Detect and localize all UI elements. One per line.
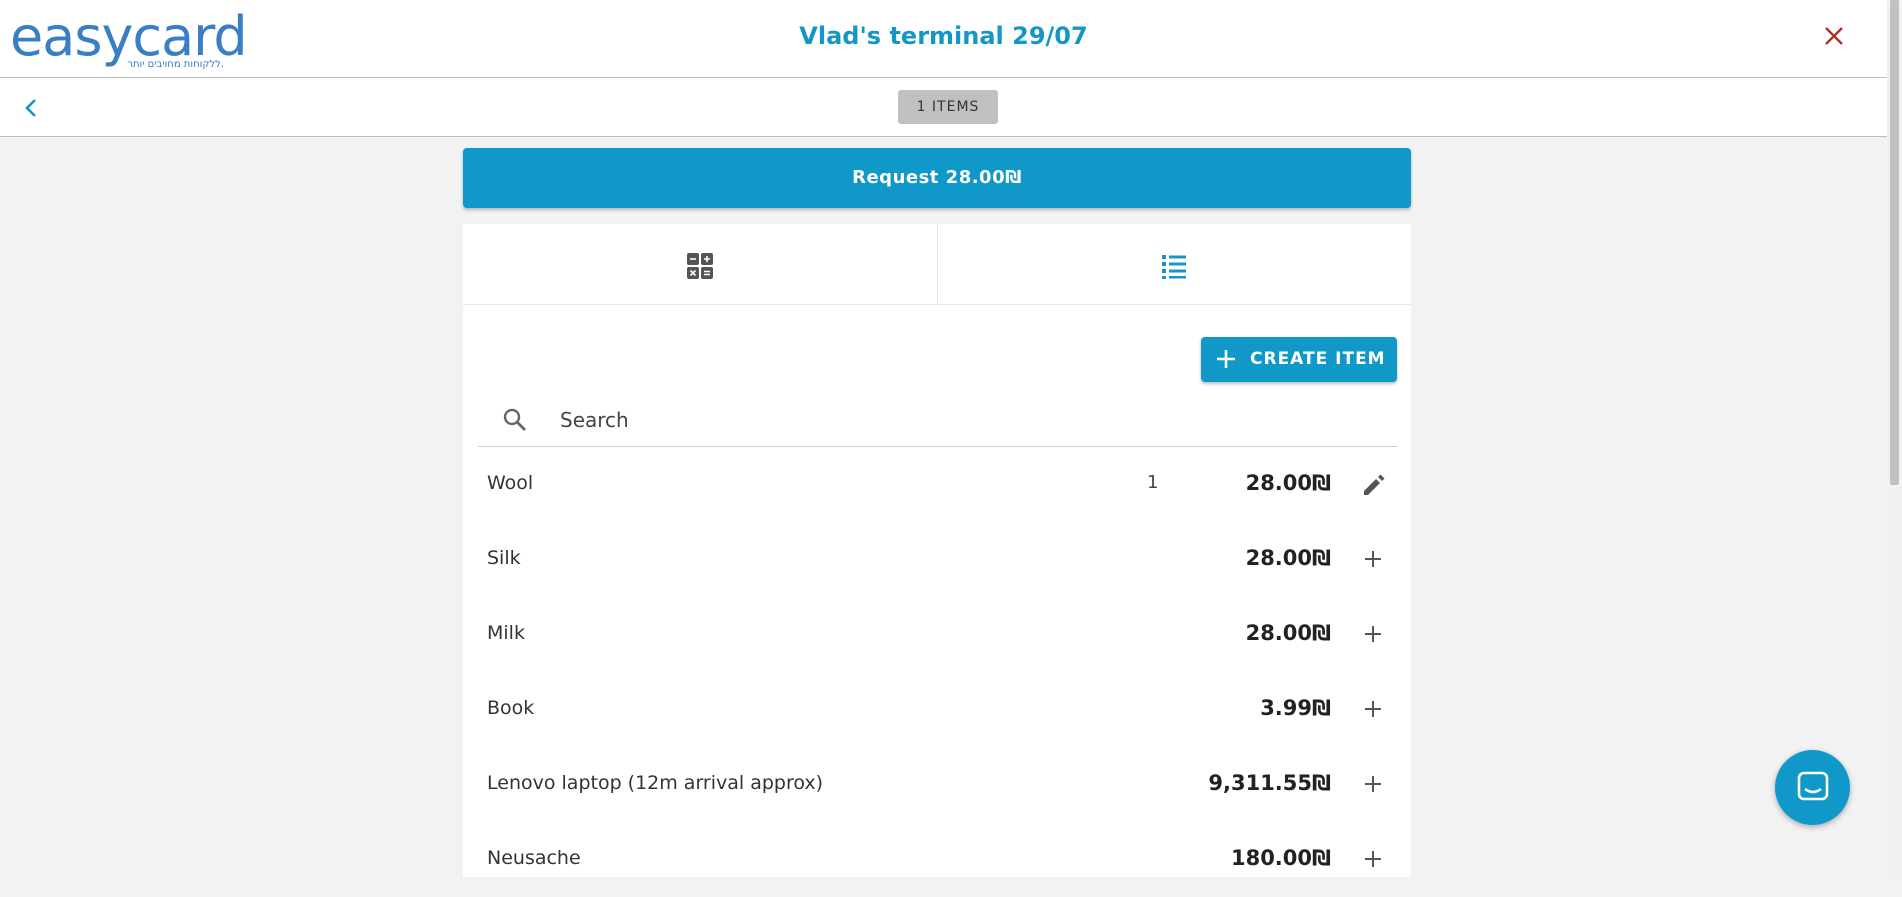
add-item-button[interactable] <box>1361 622 1385 646</box>
page-scrollbar[interactable] <box>1887 0 1902 877</box>
chat-icon <box>1797 771 1829 801</box>
search-bar <box>478 392 1397 447</box>
item-row-wool[interactable]: Wool 1 28.00₪ <box>463 447 1411 522</box>
item-name: Lenovo laptop (12m arrival approx) <box>487 772 824 794</box>
close-icon <box>1825 27 1843 45</box>
tab-calculator[interactable] <box>463 224 938 304</box>
plus-icon <box>1365 851 1381 867</box>
plus-icon <box>1365 626 1381 642</box>
tab-items-list[interactable] <box>937 224 1411 304</box>
create-item-button[interactable]: CREATE ITEM <box>1201 337 1397 382</box>
item-price: 3.99₪ <box>1260 696 1331 720</box>
scrollbar-thumb[interactable] <box>1890 0 1899 485</box>
search-input[interactable] <box>558 402 1382 438</box>
page-title: Vlad's terminal 29/07 <box>799 22 1088 50</box>
calculator-icon <box>687 253 713 279</box>
chevron-left-icon <box>25 99 36 117</box>
list-icon <box>1162 255 1186 279</box>
request-payment-button[interactable]: Request 28.00₪ <box>463 148 1411 208</box>
item-name: Wool <box>487 472 534 494</box>
search-icon <box>503 408 526 431</box>
item-row-lenovo-laptop[interactable]: Lenovo laptop (12m arrival approx) 9,311… <box>463 747 1411 822</box>
add-item-button[interactable] <box>1361 697 1385 721</box>
edit-item-button[interactable] <box>1361 472 1385 496</box>
item-row-milk[interactable]: Milk 28.00₪ <box>463 597 1411 672</box>
item-row-neusache[interactable]: Neusache 180.00₪ <box>463 822 1411 897</box>
plus-icon <box>1217 350 1235 368</box>
top-bar: easycard ללקוחות מחויבים יותר. Vlad's te… <box>0 0 1887 78</box>
items-count-badge[interactable]: 1 ITEMS <box>898 90 998 124</box>
item-price: 28.00₪ <box>1245 621 1331 645</box>
add-item-button[interactable] <box>1361 547 1385 571</box>
item-row-book[interactable]: Book 3.99₪ <box>463 672 1411 747</box>
chat-launcher-button[interactable] <box>1775 750 1850 825</box>
sub-bar: 1 ITEMS <box>0 78 1887 137</box>
add-item-button[interactable] <box>1361 847 1385 871</box>
back-button[interactable] <box>20 96 44 120</box>
item-row-silk[interactable]: Silk 28.00₪ <box>463 522 1411 597</box>
items-card: CREATE ITEM Wool 1 28.00₪ Silk 28.00₪ <box>463 224 1411 877</box>
pencil-icon <box>1364 474 1385 495</box>
item-name: Neusache <box>487 847 581 869</box>
plus-icon <box>1365 776 1381 792</box>
item-name: Milk <box>487 622 525 644</box>
create-item-label: CREATE ITEM <box>1250 349 1386 369</box>
item-price: 9,311.55₪ <box>1208 771 1331 795</box>
logo-tagline: ללקוחות מחויבים יותר. <box>127 59 224 70</box>
item-quantity: 1 <box>1147 472 1159 493</box>
close-button[interactable] <box>1822 24 1846 48</box>
item-price: 28.00₪ <box>1245 546 1331 570</box>
add-item-button[interactable] <box>1361 772 1385 796</box>
plus-icon <box>1365 701 1381 717</box>
plus-icon <box>1365 551 1381 567</box>
view-tabs <box>463 224 1411 305</box>
main-content: Request 28.00₪ CREATE ITEM Search Wool 1… <box>463 148 1411 877</box>
item-name: Silk <box>487 547 521 569</box>
item-name: Book <box>487 697 535 719</box>
item-price: 28.00₪ <box>1245 471 1331 495</box>
item-price: 180.00₪ <box>1230 846 1331 870</box>
